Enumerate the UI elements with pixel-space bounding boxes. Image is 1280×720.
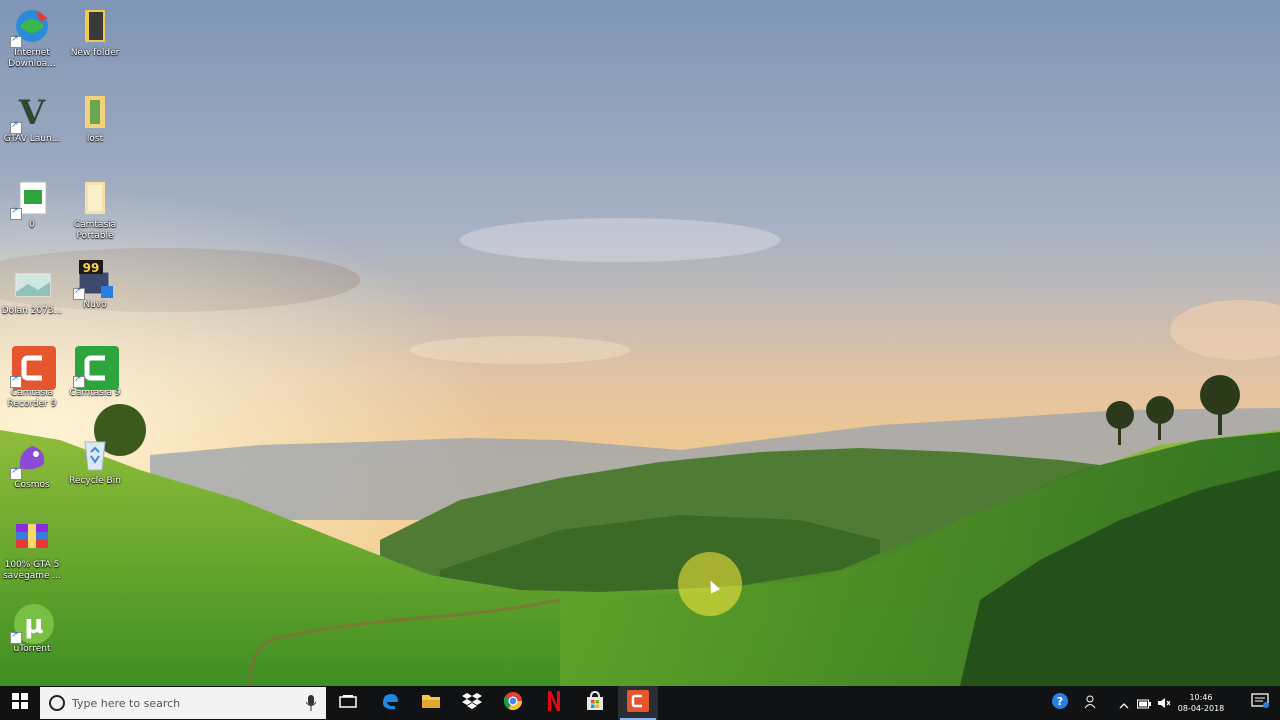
chrome-icon [503, 691, 523, 715]
desktop-icon-label: lost [86, 134, 104, 144]
desktop-icon-nuvo[interactable]: 99 Nuvo [63, 258, 127, 311]
desktop-icon-new-folder[interactable]: New folder [63, 6, 127, 59]
edge-icon [380, 691, 400, 715]
computer-99-icon: 99 [73, 258, 115, 300]
desktop-icon-label: Dolan 2073... [1, 306, 63, 316]
dropbox-icon [462, 692, 482, 714]
taskbar-app-edge[interactable] [370, 686, 410, 720]
tray-show-hidden-icons-button[interactable] [1112, 686, 1136, 720]
taskbar-search-box[interactable]: Type here to search [40, 687, 326, 719]
store-icon [585, 690, 605, 715]
svg-text:µ: µ [24, 610, 43, 640]
search-placeholder: Type here to search [72, 696, 181, 710]
desktop-icon-camtasia-9[interactable]: Camtasia 9 [63, 346, 127, 399]
image-file-icon [12, 264, 52, 304]
camtasia-recorder-icon [10, 346, 56, 390]
recycle-bin-icon [75, 434, 115, 474]
utorrent-icon: µ [10, 602, 54, 644]
desktop-icon-camtasia-portable[interactable]: Camtasia Portable [63, 178, 127, 242]
purple-app-icon [10, 438, 52, 480]
desktop-icon-label: Camtasia Recorder 9 [7, 388, 57, 409]
tray-help-button[interactable]: ? [1040, 686, 1080, 720]
desktop-icon-label: 100% GTA 5 savegame ... [2, 560, 62, 581]
desktop-icon-lost[interactable]: lost [63, 92, 127, 145]
desktop-icon-label: New folder [70, 48, 120, 58]
netflix-icon [547, 691, 561, 715]
clock-date: 08-04-2018 [1177, 704, 1225, 713]
desktop-icon-label: 0 [29, 220, 35, 230]
desktop-icon-gtav-launcher[interactable]: V GTAV Laun... [0, 92, 64, 145]
taskbar-app-dropbox[interactable] [452, 686, 492, 720]
tray-clock[interactable]: 10:46 08-04-2018 [1176, 686, 1226, 720]
folder-icon [75, 92, 115, 132]
tray-people-button[interactable] [1076, 686, 1106, 720]
taskbar-app-netflix[interactable] [534, 686, 574, 720]
battery-icon [1137, 694, 1151, 713]
desktop-icon-gta5-savegame[interactable]: 100% GTA 5 savegame ... [0, 518, 64, 582]
taskbar-app-chrome[interactable] [493, 686, 533, 720]
action-center-button[interactable] [1240, 686, 1280, 720]
svg-text:?: ? [1057, 695, 1063, 708]
folder-icon [75, 178, 115, 218]
chevron-up-icon [1119, 694, 1129, 713]
desktop-icon-internet-download-manager[interactable]: Internet Downloa... [0, 6, 64, 70]
desktop-icon-label: Internet Downloa... [8, 48, 56, 69]
folder-icon [421, 692, 441, 714]
svg-text:99: 99 [83, 261, 100, 275]
camtasia-recorder-icon [627, 690, 649, 716]
taskbar-app-camtasia[interactable] [618, 686, 658, 720]
task-view-icon [339, 694, 357, 713]
camtasia-icon [73, 346, 119, 390]
tray-volume-button[interactable] [1154, 686, 1174, 720]
desktop-wallpaper [0, 0, 1280, 686]
desktop-icon-cosmos[interactable]: Cosmos [0, 438, 64, 491]
svg-text:V: V [18, 93, 46, 132]
desktop-icon-dolan[interactable]: Dolan 2073... [0, 264, 64, 317]
start-button[interactable] [0, 686, 40, 720]
desktop-icon-label: GTAV Laun... [3, 134, 61, 144]
desktop-icon-camtasia-recorder-9[interactable]: Camtasia Recorder 9 [0, 346, 64, 410]
microphone-icon[interactable] [306, 695, 316, 711]
taskbar-app-file-explorer[interactable] [411, 686, 451, 720]
desktop-icon-utorrent[interactable]: µ uTorrent [0, 602, 64, 655]
desktop-icon-label: Camtasia Portable [73, 220, 117, 241]
winrar-archive-icon [12, 518, 52, 558]
tray-battery-button[interactable] [1134, 686, 1154, 720]
task-view-button[interactable] [328, 686, 368, 720]
clock-time: 10:46 [1189, 693, 1213, 702]
windows-start-icon [12, 693, 28, 713]
camtasia-file-icon [10, 178, 52, 220]
gta-v-icon: V [10, 92, 52, 134]
volume-muted-icon [1157, 694, 1171, 713]
desktop-icon-recycle-bin[interactable]: Recycle Bin [63, 434, 127, 487]
desktop-icon-label: Recycle Bin [69, 476, 121, 486]
desktop-icon-0[interactable]: 0 [0, 178, 64, 231]
notification-icon [1251, 693, 1269, 713]
desktop-icon-label: Cosmos [14, 480, 50, 490]
people-icon [1084, 694, 1098, 713]
folder-icon [75, 6, 115, 46]
help-question-icon: ? [1051, 692, 1069, 714]
taskbar: Type here to search ? 10:46 08-04-2018 [0, 686, 1280, 720]
cortana-circle-icon [48, 694, 66, 712]
taskbar-app-store[interactable] [575, 686, 615, 720]
idm-globe-icon [10, 6, 52, 48]
